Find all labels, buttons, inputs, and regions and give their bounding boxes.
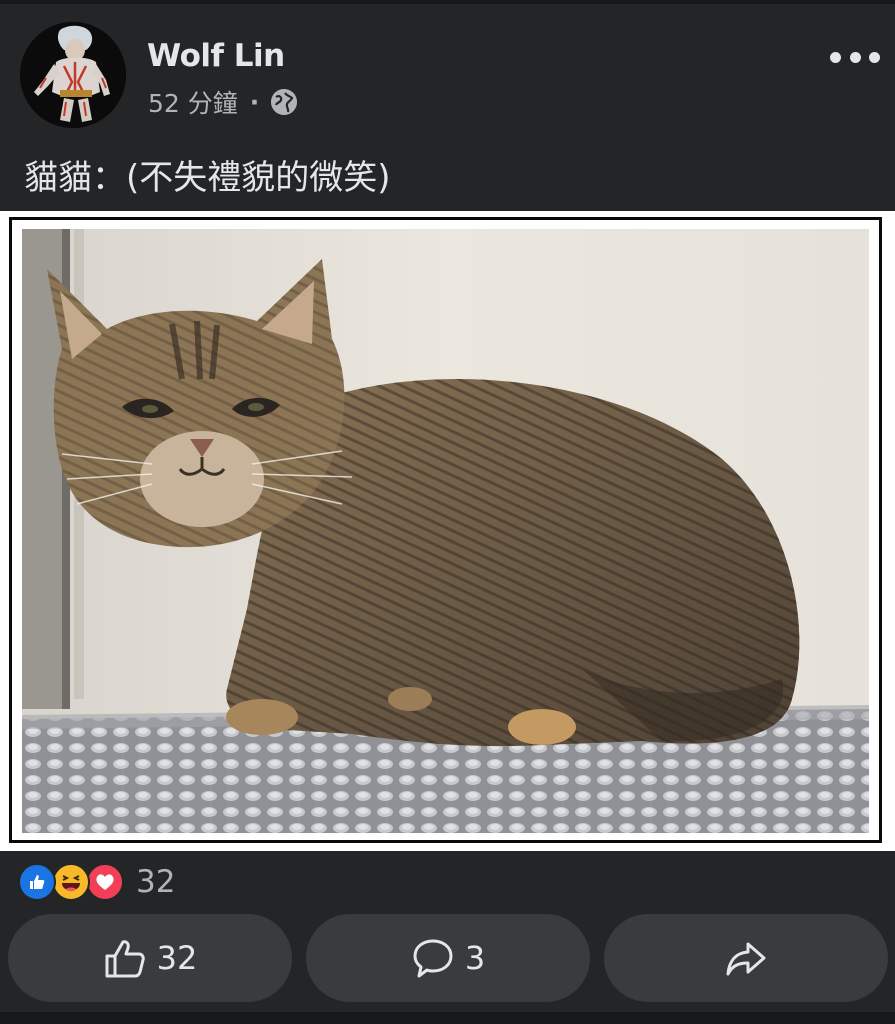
author-name[interactable]: Wolf Lin — [147, 38, 285, 74]
cat-photo — [22, 229, 869, 833]
top-divider — [0, 0, 895, 4]
post-meta: 52 分鐘 · — [148, 84, 298, 120]
post-actions: 32 3 — [0, 910, 895, 1010]
avatar-figure-image — [20, 22, 126, 128]
post-card: Wolf Lin 52 分鐘 · 貓貓：(不失禮貌的微笑) 32 32 3 — [0, 0, 895, 1024]
reaction-count: 32 — [136, 864, 176, 900]
globe-icon — [271, 89, 298, 115]
like-reaction-icon — [18, 863, 56, 901]
share-button[interactable] — [604, 914, 888, 1002]
comment-count: 3 — [464, 939, 486, 977]
like-button[interactable]: 32 — [8, 914, 292, 1002]
post-photo-frame[interactable] — [0, 211, 895, 851]
post-time[interactable]: 52 分鐘 — [148, 84, 238, 120]
haha-reaction-icon — [52, 863, 90, 901]
post-caption: 貓貓：(不失禮貌的微笑) — [24, 158, 391, 198]
reactions-summary[interactable]: 32 — [18, 862, 175, 902]
like-count: 32 — [156, 939, 198, 977]
cat-image — [22, 229, 869, 833]
comment-bubble-icon — [411, 936, 455, 980]
share-arrow-icon — [724, 936, 768, 980]
love-reaction-icon — [86, 863, 124, 901]
more-dots-icon[interactable] — [830, 48, 880, 66]
bottom-divider — [0, 1012, 895, 1024]
thumbs-up-icon — [103, 936, 147, 980]
meta-separator: · — [249, 87, 260, 117]
author-avatar[interactable] — [20, 22, 126, 128]
photo-border — [9, 217, 882, 843]
comment-button[interactable]: 3 — [306, 914, 590, 1002]
